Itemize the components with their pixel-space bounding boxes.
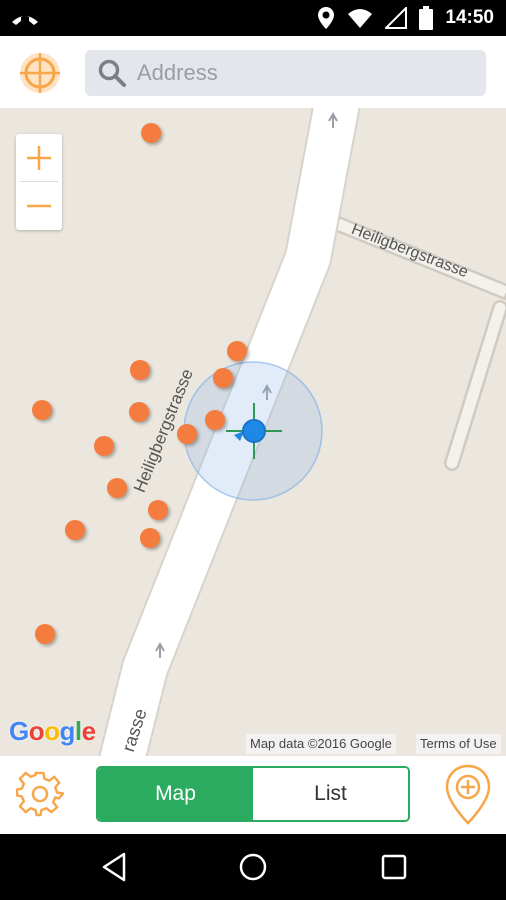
top-bar — [0, 36, 506, 108]
map-marker[interactable] — [65, 520, 85, 540]
system-nav-bar — [0, 834, 506, 900]
map-marker[interactable] — [141, 123, 161, 143]
map-marker[interactable] — [130, 360, 150, 380]
map-marker[interactable] — [205, 410, 225, 430]
signal-icon — [385, 7, 408, 29]
search-bar[interactable] — [85, 50, 486, 96]
view-toggle: Map List — [96, 766, 410, 822]
zoom-out-button[interactable] — [16, 182, 62, 230]
map-marker[interactable] — [227, 341, 247, 361]
missed-call-icon — [12, 16, 38, 25]
map-marker[interactable] — [148, 500, 168, 520]
tab-list[interactable]: List — [253, 768, 408, 820]
home-icon[interactable] — [237, 851, 269, 883]
terms-of-use-link[interactable]: Terms of Use — [416, 734, 501, 754]
status-bar: 14:50 — [0, 0, 506, 36]
locate-me-icon[interactable] — [18, 51, 62, 95]
map-data-attribution: Map data ©2016 Google — [246, 734, 396, 754]
add-location-pin-icon[interactable] — [444, 764, 492, 826]
google-logo: Google — [9, 716, 96, 746]
bottom-bar: Map List — [0, 756, 506, 834]
battery-icon — [419, 6, 434, 30]
map-marker[interactable] — [177, 424, 197, 444]
current-location-dot — [242, 419, 266, 443]
map-view[interactable]: Heiligbergstrasse Heiligbergstrasse rass… — [0, 108, 506, 756]
map-marker[interactable] — [32, 400, 52, 420]
map-marker[interactable] — [213, 368, 233, 388]
map-marker[interactable] — [140, 528, 160, 548]
zoom-in-button[interactable] — [16, 134, 62, 182]
minus-icon — [27, 204, 51, 208]
wifi-icon — [348, 9, 373, 28]
search-icon — [98, 59, 126, 87]
address-search-input[interactable] — [137, 60, 457, 86]
map-marker[interactable] — [35, 624, 55, 644]
recents-icon[interactable] — [378, 851, 410, 883]
map-marker[interactable] — [94, 436, 114, 456]
zoom-controls — [16, 134, 62, 230]
gear-icon[interactable] — [16, 770, 64, 818]
tab-map[interactable]: Map — [98, 768, 253, 820]
plus-icon — [27, 146, 51, 170]
map-marker[interactable] — [129, 402, 149, 422]
location-icon — [318, 7, 335, 29]
clock: 14:50 — [445, 7, 494, 28]
map-marker[interactable] — [107, 478, 127, 498]
back-icon[interactable] — [98, 851, 130, 883]
